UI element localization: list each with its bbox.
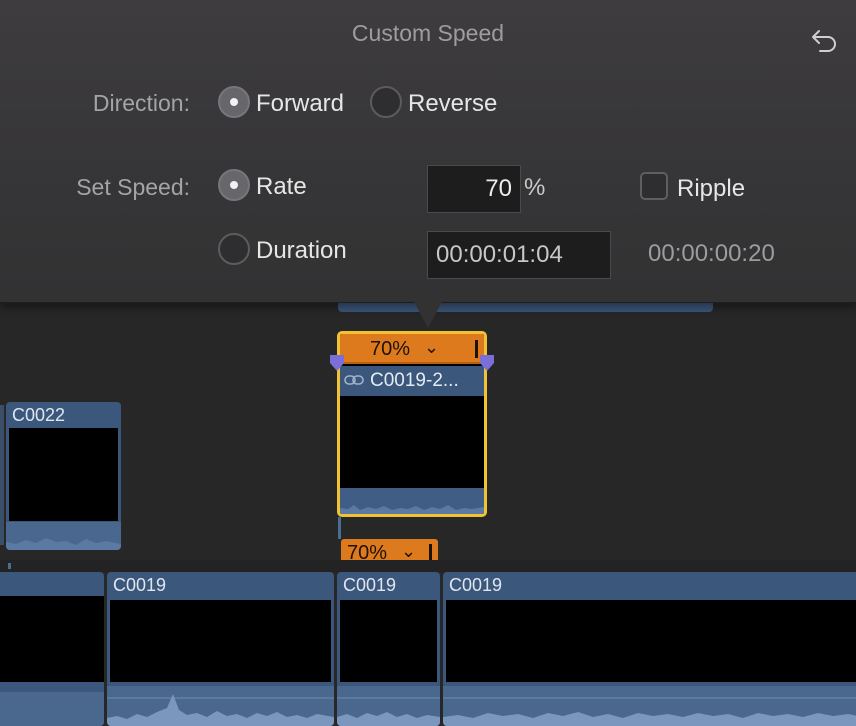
duration-radio[interactable]: [218, 233, 250, 265]
primary-clip-c0019[interactable]: C0019: [337, 572, 440, 726]
chevron-down-icon[interactable]: ⌄: [424, 337, 439, 358]
clip-waveform: [337, 686, 440, 726]
reverse-radio[interactable]: [370, 86, 402, 118]
clip-waveform: [107, 686, 334, 726]
clip-thumbnail: [110, 600, 331, 682]
clip-edge-marker: [0, 405, 4, 545]
clip-edge-marker: [338, 517, 341, 539]
rate-unit: %: [524, 174, 546, 201]
clip-top-edge: [338, 303, 713, 312]
primary-clip-c0019[interactable]: C0019: [107, 572, 334, 726]
popover-title: Custom Speed: [351, 20, 505, 46]
clip-waveform: [6, 522, 121, 550]
lane-separator: [0, 560, 856, 572]
clip-thumbnail: [446, 600, 856, 682]
primary-clip[interactable]: [0, 572, 104, 726]
selected-clip[interactable]: 70% ⌄ C0019-2...: [337, 331, 487, 517]
trim-handle-right[interactable]: [480, 355, 494, 371]
rate-label[interactable]: Rate: [256, 173, 307, 201]
duration-readout: 00:00:00:20: [648, 240, 775, 267]
forward-radio[interactable]: [218, 86, 250, 118]
trim-handle-left[interactable]: [330, 355, 344, 371]
direction-label: Direction:: [92, 90, 190, 116]
clip-title-row: C0019-2...: [340, 366, 484, 396]
reverse-label[interactable]: Reverse: [408, 90, 497, 118]
clip-title: C0019: [449, 575, 503, 595]
clip-title: C0019-2...: [370, 370, 459, 391]
set-speed-label: Set Speed:: [76, 174, 190, 200]
rate-input[interactable]: 70: [427, 165, 521, 213]
primary-clip-c0019[interactable]: C0019: [443, 572, 856, 726]
duration-input[interactable]: 00:00:01:04: [427, 231, 611, 279]
popover-arrow: [414, 302, 442, 328]
clip-thumbnail: [9, 428, 118, 521]
undo-arrow-icon[interactable]: [810, 28, 838, 54]
ripple-checkbox[interactable]: [640, 172, 668, 200]
ripple-label[interactable]: Ripple: [677, 175, 745, 203]
duration-label[interactable]: Duration: [256, 237, 347, 265]
retime-speed-bar[interactable]: 70% ⌄: [340, 334, 484, 364]
clip-thumbnail: [0, 596, 104, 682]
clip-waveform: [340, 488, 484, 514]
clip-waveform: [0, 692, 104, 726]
clip-edge-marker: [8, 563, 11, 569]
forward-label[interactable]: Forward: [256, 90, 344, 118]
link-icon: [344, 375, 364, 385]
clip-thumbnail: [340, 600, 437, 682]
clip-title: C0019: [113, 575, 167, 595]
clip-title: C0019: [343, 575, 397, 595]
clip-title: C0022: [12, 405, 66, 425]
retime-speed-label: 70%: [370, 338, 411, 360]
chevron-down-icon[interactable]: ⌄: [401, 541, 416, 562]
retime-handle[interactable]: [475, 340, 478, 358]
connected-clip-c0022[interactable]: C0022: [6, 402, 121, 550]
clip-waveform: [443, 686, 856, 726]
custom-speed-popover: Custom Speed Direction: Forward Reverse …: [0, 0, 856, 303]
rate-radio[interactable]: [218, 169, 250, 201]
